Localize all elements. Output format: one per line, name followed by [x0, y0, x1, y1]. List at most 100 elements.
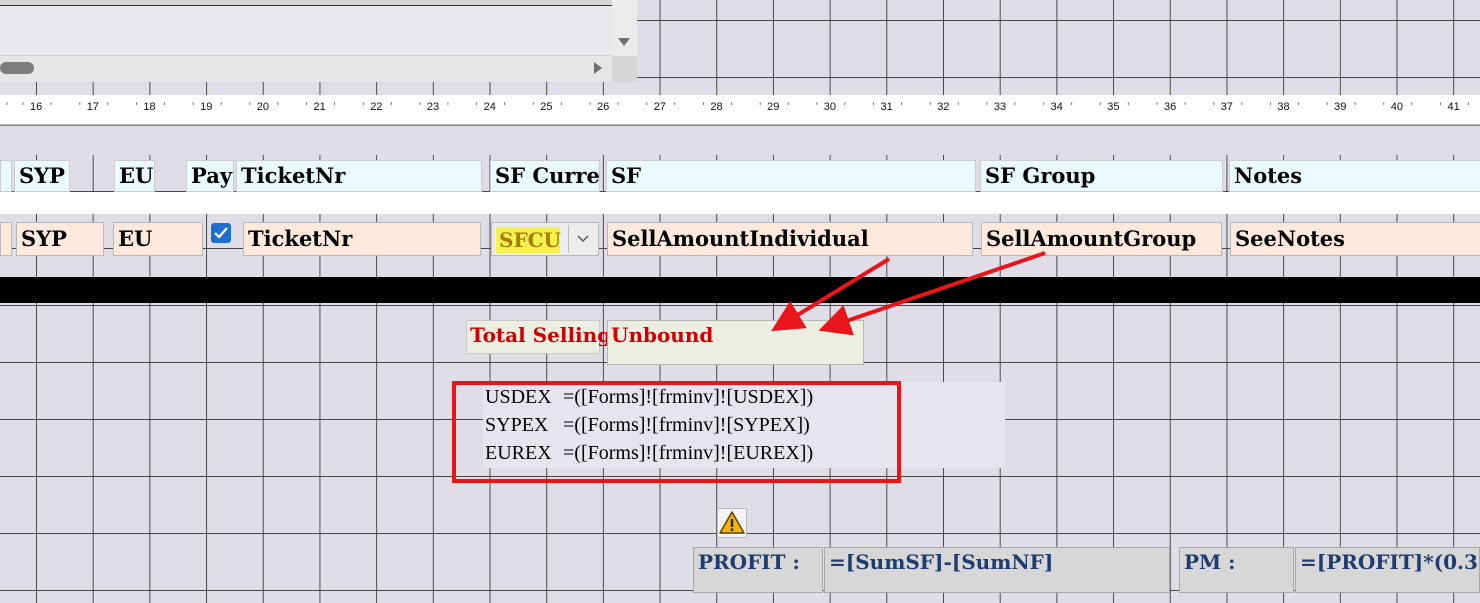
profit-label-box[interactable]: PROFIT : [693, 547, 823, 593]
ruler-tick-label: 36 [1164, 101, 1177, 113]
combobox-divider [568, 225, 569, 253]
ruler-minor-mark: ' [589, 101, 592, 113]
ruler-minor-mark: ' [1184, 101, 1187, 113]
ruler-minor-mark: ' [532, 101, 535, 113]
ruler-tick-label: 34 [1050, 101, 1063, 113]
horizontal-ruler: 16 ' ' 17 ' ' 18 ' ' 19 ' ' 20 ' ' 21 ' ' 22 ' ' 23 ' ' 24 ' ' 25 ' '… [0, 95, 1480, 125]
scroll-down-arrow-icon[interactable] [618, 38, 630, 46]
ruler-tick-label: 17 [86, 101, 99, 113]
ruler-section-divider [0, 125, 1480, 155]
scroll-right-arrow-icon[interactable] [594, 62, 602, 74]
currency-combobox[interactable]: SFCU [491, 222, 599, 256]
ruler-tick-label: 31 [880, 101, 893, 113]
footer-section-bar[interactable] [0, 277, 1480, 303]
ruler-minor-mark: ' [815, 101, 818, 113]
ruler-minor-mark: ' [22, 101, 25, 113]
detail-field-partial[interactable] [0, 222, 12, 256]
ruler-tick-label: 25 [540, 101, 553, 113]
ruler-tick-label: 33 [993, 101, 1007, 113]
horizontal-scrollbar[interactable] [0, 56, 612, 82]
ruler-tick-label: 19 [200, 101, 213, 113]
ruler-minor-mark: ' [1439, 101, 1442, 113]
currency-value: SFCU [496, 227, 561, 253]
detail-field-sell-amount-individual[interactable]: SellAmountIndividual [607, 222, 973, 256]
detail-field-sell-amount-group[interactable]: SellAmountGroup [981, 222, 1222, 256]
checkbox-checked-icon [214, 227, 228, 239]
pay-checkbox[interactable] [211, 223, 231, 243]
pm-label-box[interactable]: PM : [1179, 547, 1294, 593]
ruler-tick-label: 40 [1390, 101, 1404, 113]
horizontal-scroll-thumb[interactable] [0, 62, 34, 74]
vertical-scrollbar[interactable] [612, 0, 637, 56]
total-selling-label-box[interactable]: Total Selling [466, 320, 611, 354]
ruler-minor-mark: ' [192, 101, 195, 113]
ruler-minor-mark: ' [1240, 101, 1243, 113]
header-label-notes[interactable]: Notes [1229, 160, 1480, 192]
ruler-minor-mark: ' [617, 101, 620, 113]
ruler-minor-mark: ' [163, 101, 166, 113]
chevron-down-icon[interactable] [576, 233, 590, 245]
ruler-tick-label: 35 [1107, 101, 1120, 113]
profit-expression-box[interactable]: =[SumSF]-[SumNF] [824, 547, 1170, 593]
embedded-panel [0, 0, 637, 82]
header-label-partial[interactable] [0, 160, 12, 192]
ruler-minor-mark: ' [702, 101, 705, 113]
ruler-tick-label: 30 [823, 101, 837, 113]
ruler-minor-mark: ' [1099, 101, 1102, 113]
ruler-minor-mark: ' [333, 101, 336, 113]
header-label-syp[interactable]: SYP [14, 160, 70, 192]
ruler-minor-mark: ' [78, 101, 81, 113]
header-label-ticketnr[interactable]: TicketNr [236, 160, 482, 192]
ruler-tick-label: 26 [597, 101, 610, 113]
ruler-minor-mark: ' [787, 101, 790, 113]
ruler-minor-mark: ' [929, 101, 932, 113]
ruler-minor-mark: ' [1042, 101, 1045, 113]
ruler-tick-label: 16 [30, 101, 43, 113]
detail-field-syp[interactable]: SYP [16, 222, 104, 256]
detail-field-ticketnr[interactable]: TicketNr [243, 222, 481, 256]
ruler-minor-mark: ' [248, 101, 251, 113]
ruler-tick-label: 28 [710, 101, 723, 113]
ruler-minor-mark: ' [1467, 101, 1470, 113]
ruler-minor-mark: ' [503, 101, 506, 113]
ruler-minor-mark: ' [390, 101, 393, 113]
warning-indicator[interactable] [717, 508, 747, 538]
ruler-tick-label: 23 [426, 101, 440, 113]
ruler-minor-mark: ' [1354, 101, 1357, 113]
warning-triangle-icon [719, 511, 745, 534]
header-label-pay[interactable]: Pay [186, 160, 234, 192]
header-label-sf-group[interactable]: SF Group [980, 160, 1223, 192]
ruler-minor-mark: ' [730, 101, 733, 113]
detail-field-eu[interactable]: EU [113, 222, 203, 256]
ruler-tick-label: 32 [937, 101, 950, 113]
ruler-minor-mark: ' [1013, 101, 1016, 113]
header-label-sf-currency[interactable]: SF Curren [490, 160, 600, 192]
panel-content-area [0, 5, 612, 55]
ruler-minor-mark: ' [446, 101, 449, 113]
annotation-highlight-box [452, 381, 901, 483]
pm-expression-box[interactable]: =[PROFIT]*(0.35) [1295, 547, 1480, 593]
detail-field-see-notes[interactable]: SeeNotes [1230, 222, 1480, 256]
ruler-minor-mark: ' [1326, 101, 1329, 113]
ruler-minor-mark: ' [362, 101, 365, 113]
ruler-tick-label: 37 [1220, 101, 1233, 113]
header-label-eu[interactable]: EU [114, 160, 155, 192]
section-band [0, 192, 1480, 214]
ruler-minor-mark: ' [560, 101, 563, 113]
ruler-minor-mark: ' [1156, 101, 1159, 113]
ruler-tick-label: 20 [256, 101, 270, 113]
ruler-minor-mark: ' [872, 101, 875, 113]
ruler-minor-mark: ' [50, 101, 53, 113]
ruler-minor-mark: ' [276, 101, 279, 113]
ruler-tick-label: 21 [313, 101, 326, 113]
ruler-minor-mark: ' [843, 101, 846, 113]
ruler-minor-mark: ' [135, 101, 138, 113]
ruler-minor-mark: ' [985, 101, 988, 113]
ruler-minor-mark: ' [1212, 101, 1215, 113]
header-label-sf[interactable]: SF [606, 160, 976, 192]
ruler-tick-label: 24 [483, 101, 496, 113]
ruler-minor-mark: ' [957, 101, 960, 113]
total-selling-textbox[interactable]: Unbound [607, 320, 864, 365]
ruler-minor-mark: ' [1127, 101, 1130, 113]
ruler-minor-mark: ' [305, 101, 308, 113]
